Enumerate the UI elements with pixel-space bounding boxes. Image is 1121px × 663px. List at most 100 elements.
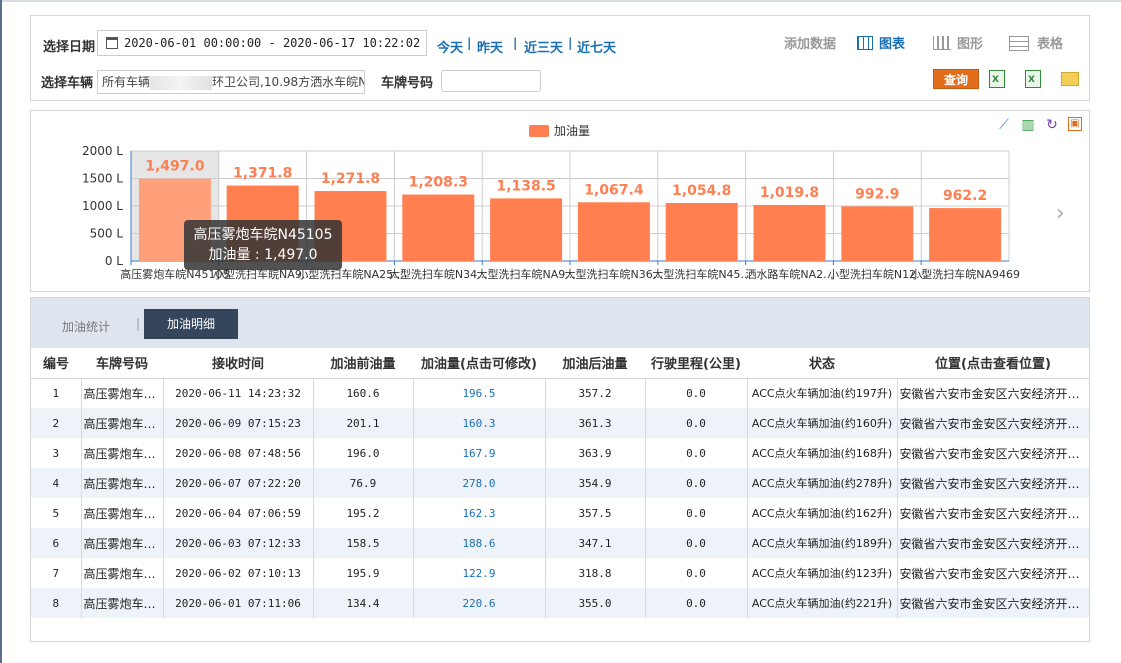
y-tick-label: 500 L bbox=[90, 227, 124, 241]
view-chart-button[interactable]: 图表 bbox=[857, 33, 905, 52]
table-row[interactable]: 3 高压雾炮车… 2020-06-08 07:48:56 196.0 167.9 363.… bbox=[31, 438, 1089, 468]
plate-input[interactable] bbox=[441, 70, 541, 92]
quick-yesterday-link[interactable]: 昨天 bbox=[477, 37, 503, 56]
export-excel-all-icon[interactable]: X bbox=[1025, 70, 1041, 88]
row-amount[interactable]: 220.6 bbox=[413, 588, 546, 618]
row-plate: 高压雾炮车… bbox=[81, 498, 164, 528]
mail-icon[interactable] bbox=[1061, 72, 1079, 86]
bar-value-label: 992.9 bbox=[855, 186, 899, 202]
calendar-icon bbox=[106, 37, 118, 49]
row-plate: 高压雾炮车… bbox=[81, 408, 164, 438]
row-time: 2020-06-04 07:06:59 bbox=[163, 498, 314, 528]
date-range-input[interactable]: 2020-06-01 00:00:00 - 2020-06-17 10:22:0… bbox=[97, 30, 427, 56]
refuel-table: 编号 车牌号码 接收时间 加油前油量 加油量(点击可修改) 加油后油量 行驶里程(公里) 状态… bbox=[31, 348, 1089, 618]
chart-panel: 加油量 ⟋ ▥ ↻ ▣ 0 L 500 L 1000 L 1500 L 2000 L 1,… bbox=[30, 110, 1090, 292]
x-tick-label: 大型洗扫车皖N45... bbox=[652, 267, 751, 281]
row-before: 196.0 bbox=[313, 438, 414, 468]
tab-detail[interactable]: 加油明细 bbox=[144, 309, 238, 339]
separator: | bbox=[513, 36, 518, 50]
row-amount[interactable]: 122.9 bbox=[413, 558, 546, 588]
row-index: 8 bbox=[31, 588, 82, 618]
row-before: 195.9 bbox=[313, 558, 414, 588]
chevron-right-icon[interactable]: › bbox=[1056, 201, 1065, 226]
column-header: 位置(点击查看位置) bbox=[897, 348, 1089, 379]
row-index: 4 bbox=[31, 468, 82, 498]
row-plate: 高压雾炮车… bbox=[81, 438, 164, 468]
quick-3days-link[interactable]: 近三天 bbox=[524, 37, 563, 56]
row-status: ACC点火车辆加油(约160升) bbox=[747, 408, 898, 438]
row-location[interactable]: 安徽省六安市金安区六安经济开… bbox=[897, 468, 1089, 498]
row-location[interactable]: 安徽省六安市金安区六安经济开… bbox=[897, 378, 1089, 408]
table-header: 编号 车牌号码 接收时间 加油前油量 加油量(点击可修改) 加油后油量 行驶里程(公里) 状态… bbox=[31, 348, 1089, 379]
x-tick-label: 大型洗扫车皖N34... bbox=[389, 267, 488, 281]
row-amount[interactable]: 160.3 bbox=[413, 408, 546, 438]
row-location[interactable]: 安徽省六安市金安区六安经济开… bbox=[897, 498, 1089, 528]
row-plate: 高压雾炮车… bbox=[81, 378, 164, 408]
tooltip-title: 高压雾炮车皖N45105 bbox=[193, 227, 333, 243]
date-label: 选择日期 bbox=[43, 40, 96, 55]
table-row[interactable]: 8 高压雾炮车… 2020-06-01 07:11:06 134.4 220.6 355.… bbox=[31, 588, 1089, 618]
left-edge-bar bbox=[0, 0, 2, 663]
row-amount[interactable]: 196.5 bbox=[413, 378, 546, 408]
row-mileage: 0.0 bbox=[645, 408, 748, 438]
column-header: 车牌号码 bbox=[81, 348, 163, 379]
row-plate: 高压雾炮车… bbox=[81, 588, 164, 618]
row-amount[interactable]: 167.9 bbox=[413, 438, 546, 468]
export-excel-icon[interactable]: X bbox=[989, 70, 1005, 88]
row-mileage: 0.0 bbox=[645, 528, 748, 558]
x-tick-label: 大型洗扫车皖NA9... bbox=[476, 267, 575, 281]
row-before: 134.4 bbox=[313, 588, 414, 618]
row-plate: 高压雾炮车… bbox=[81, 558, 164, 588]
quick-7days-link[interactable]: 近七天 bbox=[577, 37, 616, 56]
row-after: 357.5 bbox=[545, 498, 646, 528]
table-row[interactable]: 1 高压雾炮车… 2020-06-11 14:23:32 160.6 196.5 357.… bbox=[31, 378, 1089, 408]
table-row[interactable]: 5 高压雾炮车… 2020-06-04 07:06:59 195.2 162.3 357.… bbox=[31, 498, 1089, 528]
table-row[interactable]: 4 高压雾炮车… 2020-06-07 07:22:20 76.9 278.0 354.9… bbox=[31, 468, 1089, 498]
row-amount[interactable]: 278.0 bbox=[413, 468, 546, 498]
row-after: 357.2 bbox=[545, 378, 646, 408]
vehicle-label: 选择车辆 bbox=[41, 76, 94, 91]
bar bbox=[841, 206, 914, 261]
row-status: ACC点火车辆加油(约189升) bbox=[747, 528, 898, 558]
row-location[interactable]: 安徽省六安市金安区六安经济开… bbox=[897, 408, 1089, 438]
y-tick-label: 1000 L bbox=[82, 199, 123, 213]
y-tick-label: 2000 L bbox=[82, 144, 123, 158]
row-time: 2020-06-11 14:23:32 bbox=[163, 378, 314, 408]
view-graph-button[interactable]: 图形 bbox=[933, 33, 983, 52]
row-location[interactable]: 安徽省六安市金安区六安经济开… bbox=[897, 438, 1089, 468]
row-before: 195.2 bbox=[313, 498, 414, 528]
tab-bar: 加油统计 | 加油明细 bbox=[31, 298, 1089, 348]
row-mileage: 0.0 bbox=[645, 468, 748, 498]
column-header: 状态 bbox=[747, 348, 897, 379]
row-after: 347.1 bbox=[545, 528, 646, 558]
column-header: 编号 bbox=[31, 348, 81, 379]
redacted-blur bbox=[150, 75, 213, 90]
query-button[interactable]: 查询 bbox=[933, 69, 979, 89]
table-row[interactable]: 2 高压雾炮车… 2020-06-09 07:15:23 201.1 160.3 361.… bbox=[31, 408, 1089, 438]
add-data-button[interactable]: 添加数据 bbox=[784, 33, 836, 52]
row-mileage: 0.0 bbox=[645, 498, 748, 528]
row-location[interactable]: 安徽省六安市金安区六安经济开… bbox=[897, 558, 1089, 588]
row-status: ACC点火车辆加油(约168升) bbox=[747, 438, 898, 468]
view-table-button[interactable]: 表格 bbox=[1009, 33, 1063, 52]
row-location[interactable]: 安徽省六安市金安区六安经济开… bbox=[897, 588, 1089, 618]
quick-today-link[interactable]: 今天 bbox=[437, 37, 463, 56]
tab-stats[interactable]: 加油统计 bbox=[62, 318, 110, 335]
row-before: 158.5 bbox=[313, 528, 414, 558]
row-time: 2020-06-07 07:22:20 bbox=[163, 468, 314, 498]
vehicle-select[interactable]: 所有车辆 环卫公司,10.98方洒水车皖N33 bbox=[97, 70, 365, 94]
row-after: 318.8 bbox=[545, 558, 646, 588]
x-tick-label: 小型洗扫车皖NA9469 bbox=[910, 267, 1020, 281]
row-amount[interactable]: 188.6 bbox=[413, 528, 546, 558]
row-amount[interactable]: 162.3 bbox=[413, 498, 546, 528]
table-row[interactable]: 7 高压雾炮车… 2020-06-02 07:10:13 195.9 122.9 318.… bbox=[31, 558, 1089, 588]
row-index: 2 bbox=[31, 408, 82, 438]
column-header: 加油量(点击可修改) bbox=[413, 348, 545, 379]
row-location[interactable]: 安徽省六安市金安区六安经济开… bbox=[897, 528, 1089, 558]
row-status: ACC点火车辆加油(约278升) bbox=[747, 468, 898, 498]
row-before: 201.1 bbox=[313, 408, 414, 438]
table-row[interactable]: 6 高压雾炮车… 2020-06-03 07:12:33 158.5 188.6 347.… bbox=[31, 528, 1089, 558]
row-after: 355.0 bbox=[545, 588, 646, 618]
row-status: ACC点火车辆加油(约162升) bbox=[747, 498, 898, 528]
row-index: 5 bbox=[31, 498, 82, 528]
